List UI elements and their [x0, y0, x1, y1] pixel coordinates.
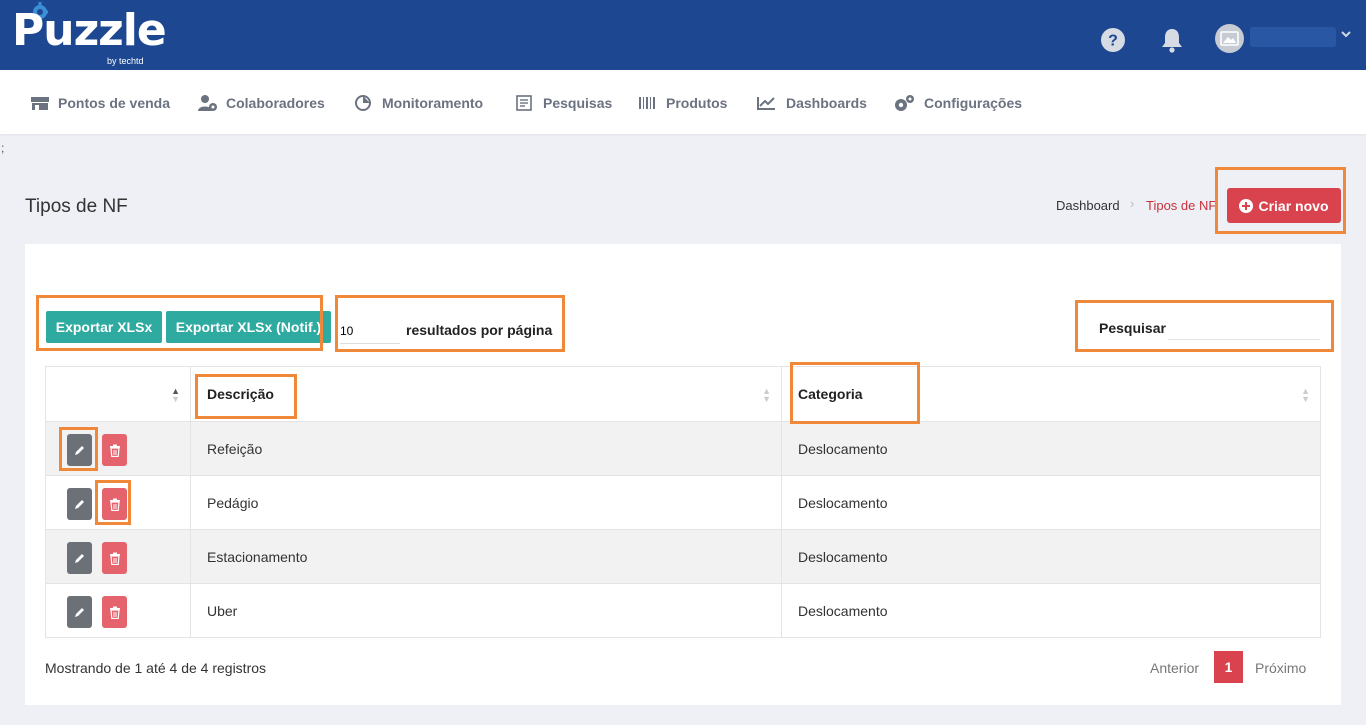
cell-categoria: Deslocamento: [781, 583, 1321, 638]
bell-icon[interactable]: [1160, 27, 1184, 53]
sort-icon: ▲ ▼: [1301, 386, 1310, 404]
nav-item-configuracoes[interactable]: Configurações: [894, 94, 1022, 112]
delete-button[interactable]: [102, 542, 127, 574]
column-label: Categoria: [798, 386, 863, 402]
breadcrumb-current: Tipos de NF: [1146, 198, 1217, 213]
pagination-next[interactable]: Próximo: [1255, 660, 1306, 676]
table-info: Mostrando de 1 até 4 de 4 registros: [45, 660, 267, 676]
edit-button[interactable]: [67, 488, 92, 520]
data-table: ▲▼ Descrição ▲▼ Categoria ▲▼ Refeição: [45, 366, 1321, 638]
puzzle-logo[interactable]: Puzzle by techtd: [12, 2, 167, 68]
edit-button[interactable]: [67, 434, 92, 466]
nav-label: Colaboradores: [226, 95, 325, 111]
plus-circle-icon: [1239, 198, 1254, 213]
export-xlsx-notif-button[interactable]: Exportar XLSx (Notif.): [166, 311, 331, 343]
main-nav: Pontos de venda Colaboradores Monitorame…: [0, 70, 1366, 134]
export-xlsx-button[interactable]: Exportar XLSx: [46, 311, 162, 343]
nav-item-monitoramento[interactable]: Monitoramento: [354, 94, 483, 112]
trash-icon: [109, 444, 120, 457]
pagination-previous[interactable]: Anterior: [1150, 660, 1199, 676]
row-actions: [45, 421, 191, 476]
delete-button[interactable]: [102, 488, 127, 520]
row-actions: [45, 475, 191, 530]
pencil-icon: [74, 554, 84, 563]
cell-descricao: Uber: [190, 583, 782, 638]
delete-button[interactable]: [102, 596, 127, 628]
nav-item-produtos[interactable]: Produtos: [638, 94, 727, 112]
row-actions: [45, 583, 191, 638]
page-length-label: resultados por página: [406, 322, 553, 338]
store-icon: [31, 97, 49, 110]
logo-text: Puzzle: [12, 5, 167, 56]
sort-icon: ▲ ▼: [171, 386, 180, 404]
edit-button[interactable]: [67, 596, 92, 628]
pencil-icon: [74, 608, 84, 617]
pagination-page-1[interactable]: 1: [1214, 651, 1243, 683]
search-input[interactable]: [1168, 318, 1320, 340]
survey-icon: [516, 95, 532, 111]
pencil-icon: [74, 446, 84, 455]
logo-subtitle: by techtd: [107, 56, 144, 66]
cell-descricao: Estacionamento: [190, 529, 782, 584]
cell-descricao: Pedágio: [190, 475, 782, 530]
chart-icon: [757, 97, 775, 110]
search-label: Pesquisar: [1099, 320, 1166, 336]
delete-button[interactable]: [102, 434, 127, 466]
table-row: Uber Deslocamento: [45, 583, 1321, 638]
column-header-actions[interactable]: ▲ ▼: [45, 366, 191, 422]
create-new-button[interactable]: Criar novo: [1227, 188, 1341, 223]
trash-icon: [109, 552, 120, 565]
breadcrumb-dashboard[interactable]: Dashboard: [1056, 198, 1120, 213]
cell-categoria: Deslocamento: [781, 475, 1321, 530]
table-row: Pedágio Deslocamento: [45, 475, 1321, 530]
stray-text: ;: [1, 141, 5, 155]
nav-label: Pesquisas: [543, 95, 613, 111]
nav-item-colaboradores[interactable]: Colaboradores: [197, 94, 325, 112]
column-header-categoria[interactable]: Categoria ▲ ▼: [781, 366, 1321, 422]
chevron-down-icon[interactable]: [1341, 30, 1351, 38]
column-label: Descrição: [207, 386, 274, 402]
cell-categoria: Deslocamento: [781, 421, 1321, 476]
create-new-label: Criar novo: [1258, 197, 1329, 214]
nav-label: Pontos de venda: [58, 95, 171, 111]
pencil-icon: [74, 500, 84, 509]
nav-item-dashboards[interactable]: Dashboards: [756, 94, 867, 112]
nav-item-pesquisas[interactable]: Pesquisas: [515, 94, 612, 112]
nav-label: Configurações: [924, 95, 1023, 111]
nav-label: Dashboards: [786, 95, 867, 111]
trash-icon: [109, 606, 120, 619]
monitor-icon: [355, 95, 371, 111]
row-actions: [45, 529, 191, 584]
gears-icon: [895, 95, 914, 111]
table-row: Refeição Deslocamento: [45, 421, 1321, 476]
username-redacted[interactable]: [1250, 27, 1336, 47]
edit-button[interactable]: [67, 542, 92, 574]
image-placeholder-icon: [1220, 31, 1239, 46]
table-row: Estacionamento Deslocamento: [45, 529, 1321, 584]
breadcrumb-separator-icon: ›: [1130, 196, 1135, 211]
users-icon: [198, 95, 217, 111]
page-title: Tipos de NF: [25, 196, 128, 217]
avatar[interactable]: [1215, 24, 1244, 53]
sort-icon: ▲ ▼: [762, 386, 771, 404]
nav-label: Produtos: [666, 95, 728, 111]
page-length-select[interactable]: [340, 318, 400, 344]
cell-descricao: Refeição: [190, 421, 782, 476]
nav-label: Monitoramento: [382, 95, 484, 111]
trash-icon: [109, 498, 120, 511]
column-header-descricao[interactable]: Descrição ▲ ▼: [190, 366, 782, 422]
top-header: Puzzle by techtd ?: [0, 0, 1366, 70]
barcode-icon: [639, 97, 655, 109]
svg-text:?: ?: [1108, 33, 1118, 50]
nav-item-pontos-de-venda[interactable]: Pontos de venda: [30, 94, 170, 112]
help-icon[interactable]: ?: [1101, 28, 1125, 52]
cell-categoria: Deslocamento: [781, 529, 1321, 584]
